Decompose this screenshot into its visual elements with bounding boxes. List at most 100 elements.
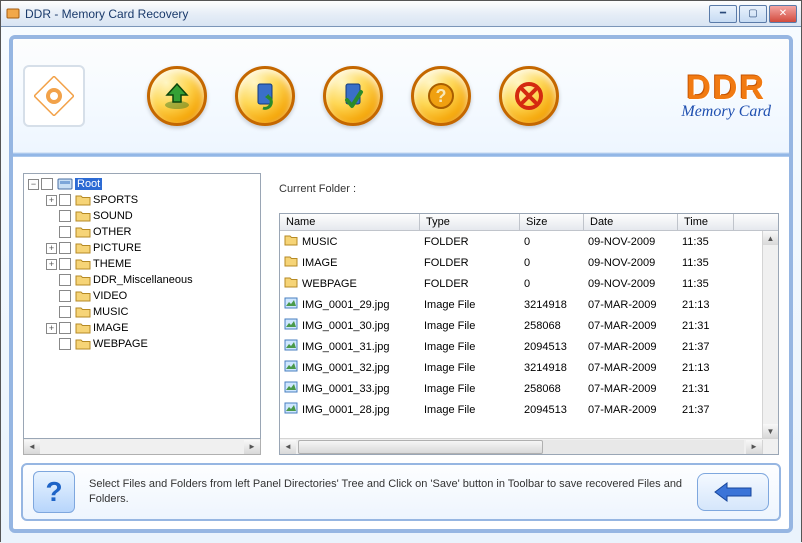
tree-item[interactable]: DDR_Miscellaneous [26,272,258,288]
refresh-button[interactable] [235,66,295,126]
cell-name: IMG_0001_29.jpg [302,299,389,311]
expand-toggle-icon[interactable]: + [46,243,57,254]
folder-icon [75,321,91,335]
list-row[interactable]: IMG_0001_33.jpgImage File25806807-MAR-20… [280,378,762,399]
folder-icon [75,289,91,303]
list-row[interactable]: IMG_0001_31.jpgImage File209451307-MAR-2… [280,336,762,357]
column-header-date[interactable]: Date [584,214,678,230]
directory-tree[interactable]: −Root+SPORTSSOUNDOTHER+PICTURE+THEMEDDR_… [23,173,261,439]
cell-size: 258068 [520,319,584,333]
expand-toggle-icon[interactable]: − [28,179,39,190]
image-file-icon [284,359,302,376]
checkbox[interactable] [59,322,71,334]
checkbox[interactable] [59,242,71,254]
image-file-icon [284,338,302,355]
cell-name: IMG_0001_33.jpg [302,383,389,395]
column-header-size[interactable]: Size [520,214,584,230]
cell-type: Image File [420,361,520,375]
help-button[interactable]: ? [411,66,471,126]
tree-item[interactable]: + THEME [26,256,258,272]
list-horizontal-scrollbar[interactable]: ◄ ► [280,438,778,454]
tree-item-label: THEME [93,258,132,270]
folder-icon [75,209,91,223]
column-header-time[interactable]: Time [678,214,734,230]
checkbox[interactable] [59,258,71,270]
window-title: DDR - Memory Card Recovery [25,7,188,21]
cell-date: 07-MAR-2009 [584,382,678,396]
checkbox[interactable] [41,178,53,190]
tree-item[interactable]: OTHER [26,224,258,240]
cell-name: IMAGE [302,257,337,269]
list-row[interactable]: IMG_0001_29.jpgImage File321491807-MAR-2… [280,294,762,315]
tree-item[interactable]: MUSIC [26,304,258,320]
hint-text: Select Files and Folders from left Panel… [89,477,683,508]
list-row[interactable]: WEBPAGEFOLDER009-NOV-200911:35 [280,273,762,294]
expand-toggle-icon[interactable]: + [46,259,57,270]
checkbox[interactable] [59,210,71,222]
cell-date: 07-MAR-2009 [584,403,678,417]
minimize-button[interactable]: ━ [709,5,737,23]
scroll-thumb[interactable] [298,440,543,454]
checkbox[interactable] [59,338,71,350]
tree-item-label: SPORTS [93,194,138,206]
tree-item-label: WEBPAGE [93,338,148,350]
scroll-right-icon[interactable]: ► [746,440,762,454]
cell-size: 2094513 [520,340,584,354]
list-vertical-scrollbar[interactable]: ▲ ▼ [762,231,778,438]
expand-toggle-icon[interactable]: + [46,195,57,206]
tree-item[interactable]: +PICTURE [26,240,258,256]
tree-item[interactable]: VIDEO [26,288,258,304]
list-row[interactable]: IMG_0001_32.jpgImage File321491807-MAR-2… [280,357,762,378]
cell-time: 11:35 [678,256,734,270]
folder-icon [75,241,91,255]
cell-time: 21:13 [678,361,734,375]
scroll-left-icon[interactable]: ◄ [24,440,40,454]
check-button[interactable] [323,66,383,126]
cell-date: 07-MAR-2009 [584,319,678,333]
scroll-left-icon[interactable]: ◄ [280,440,296,454]
checkbox[interactable] [59,194,71,206]
save-button[interactable] [147,66,207,126]
expand-toggle-icon[interactable]: + [46,323,57,334]
list-header[interactable]: Name Type Size Date Time [280,214,778,231]
checkbox[interactable] [59,226,71,238]
checkbox[interactable] [59,290,71,302]
cancel-button[interactable] [499,66,559,126]
cell-type: FOLDER [420,256,520,270]
cell-type: Image File [420,403,520,417]
expand-toggle-icon [46,227,57,238]
list-row[interactable]: IMG_0001_28.jpgImage File209451307-MAR-2… [280,399,762,420]
tree-item[interactable]: WEBPAGE [26,336,258,352]
maximize-button[interactable]: ▢ [739,5,767,23]
tree-item[interactable]: +IMAGE [26,320,258,336]
checkbox[interactable] [59,306,71,318]
scroll-up-icon[interactable]: ▲ [763,231,779,245]
tree-item[interactable]: + SPORTS [26,192,258,208]
checkbox[interactable] [59,274,71,286]
tree-item-root[interactable]: −Root [26,176,258,192]
cell-size: 2094513 [520,403,584,417]
drive-icon [57,177,73,191]
list-row[interactable]: IMAGEFOLDER009-NOV-200911:35 [280,252,762,273]
tree-item[interactable]: SOUND [26,208,258,224]
cell-date: 09-NOV-2009 [584,256,678,270]
column-header-type[interactable]: Type [420,214,520,230]
list-row[interactable]: IMG_0001_30.jpgImage File25806807-MAR-20… [280,315,762,336]
tree-horizontal-scrollbar[interactable]: ◄ ► [23,439,261,455]
cell-name: IMG_0001_32.jpg [302,362,389,374]
column-header-name[interactable]: Name [280,214,420,230]
back-button[interactable] [697,473,769,511]
close-window-button[interactable]: ✕ [769,5,797,23]
scroll-down-icon[interactable]: ▼ [763,424,779,438]
check-icon [337,80,369,112]
file-listview[interactable]: Name Type Size Date Time MUSICFOLDER009-… [279,213,779,455]
tree-item-label: MUSIC [93,306,128,318]
current-folder-label: Current Folder : [279,183,779,195]
scroll-right-icon[interactable]: ► [244,440,260,454]
cell-type: Image File [420,382,520,396]
brand-title: DDR [681,71,771,105]
list-row[interactable]: MUSICFOLDER009-NOV-200911:35 [280,231,762,252]
question-icon: ? [425,80,457,112]
cell-type: Image File [420,340,520,354]
tree-item-label: OTHER [93,226,132,238]
